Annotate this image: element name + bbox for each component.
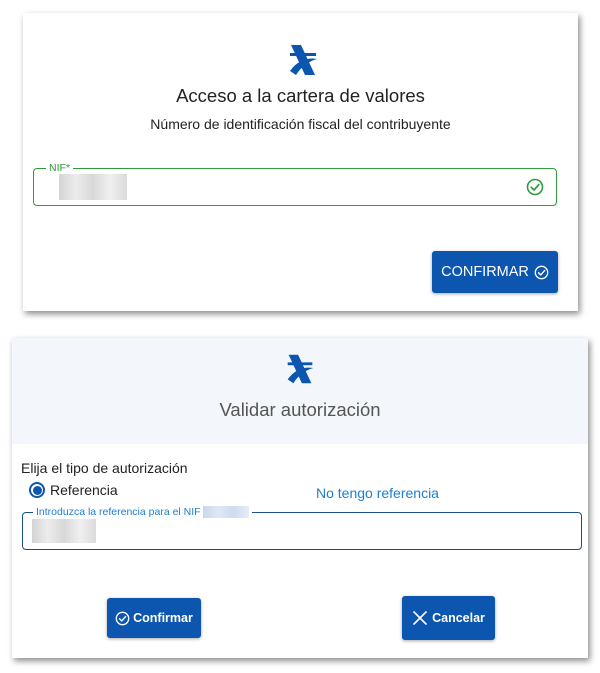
nif-access-dialog: Acceso a la cartera de valores Número de… [23,13,578,311]
nif-field-label: NIF* [46,161,73,175]
reference-field-label: Introduzca la referencia para el NIF [33,505,252,519]
authorization-type-label: Elija el tipo de autorización [21,460,188,476]
check-circle-icon [526,178,544,196]
close-icon [413,611,427,625]
agencia-tributaria-logo-icon [287,354,314,384]
radio-referencia[interactable]: Referencia [29,482,118,498]
check-circle-icon [115,611,130,625]
dialog-subtitle: Número de identificación fiscal del cont… [150,116,451,132]
confirm-button[interactable]: Confirmar [107,598,201,638]
confirm-button-label: CONFIRMAR [441,264,529,280]
dialog-header: Validar autorización [12,338,588,444]
no-reference-link[interactable]: No tengo referencia [316,485,439,501]
radio-button[interactable] [29,482,45,498]
confirm-button-label: Confirmar [133,611,193,625]
cancel-button[interactable]: Cancelar [402,596,495,640]
reference-field-label-text: Introduzca la referencia para el NIF [36,506,201,518]
dialog-title: Acceso a la cartera de valores [176,85,425,106]
confirm-button[interactable]: CONFIRMAR [432,251,558,293]
redacted-nif-value [59,174,127,200]
redacted-nif-in-label [202,506,249,518]
validate-authorization-dialog: Validar autorización Elija el tipo de au… [12,338,588,658]
reference-input[interactable]: Introduzca la referencia para el NIF [22,505,582,550]
radio-label: Referencia [50,482,118,498]
cancel-button-label: Cancelar [432,611,485,625]
redacted-reference-value [32,519,96,543]
nif-input[interactable]: NIF* [33,161,557,206]
dialog-title: Validar autorización [219,399,381,420]
agencia-tributaria-logo-icon [290,45,317,75]
check-circle-icon [534,265,549,279]
